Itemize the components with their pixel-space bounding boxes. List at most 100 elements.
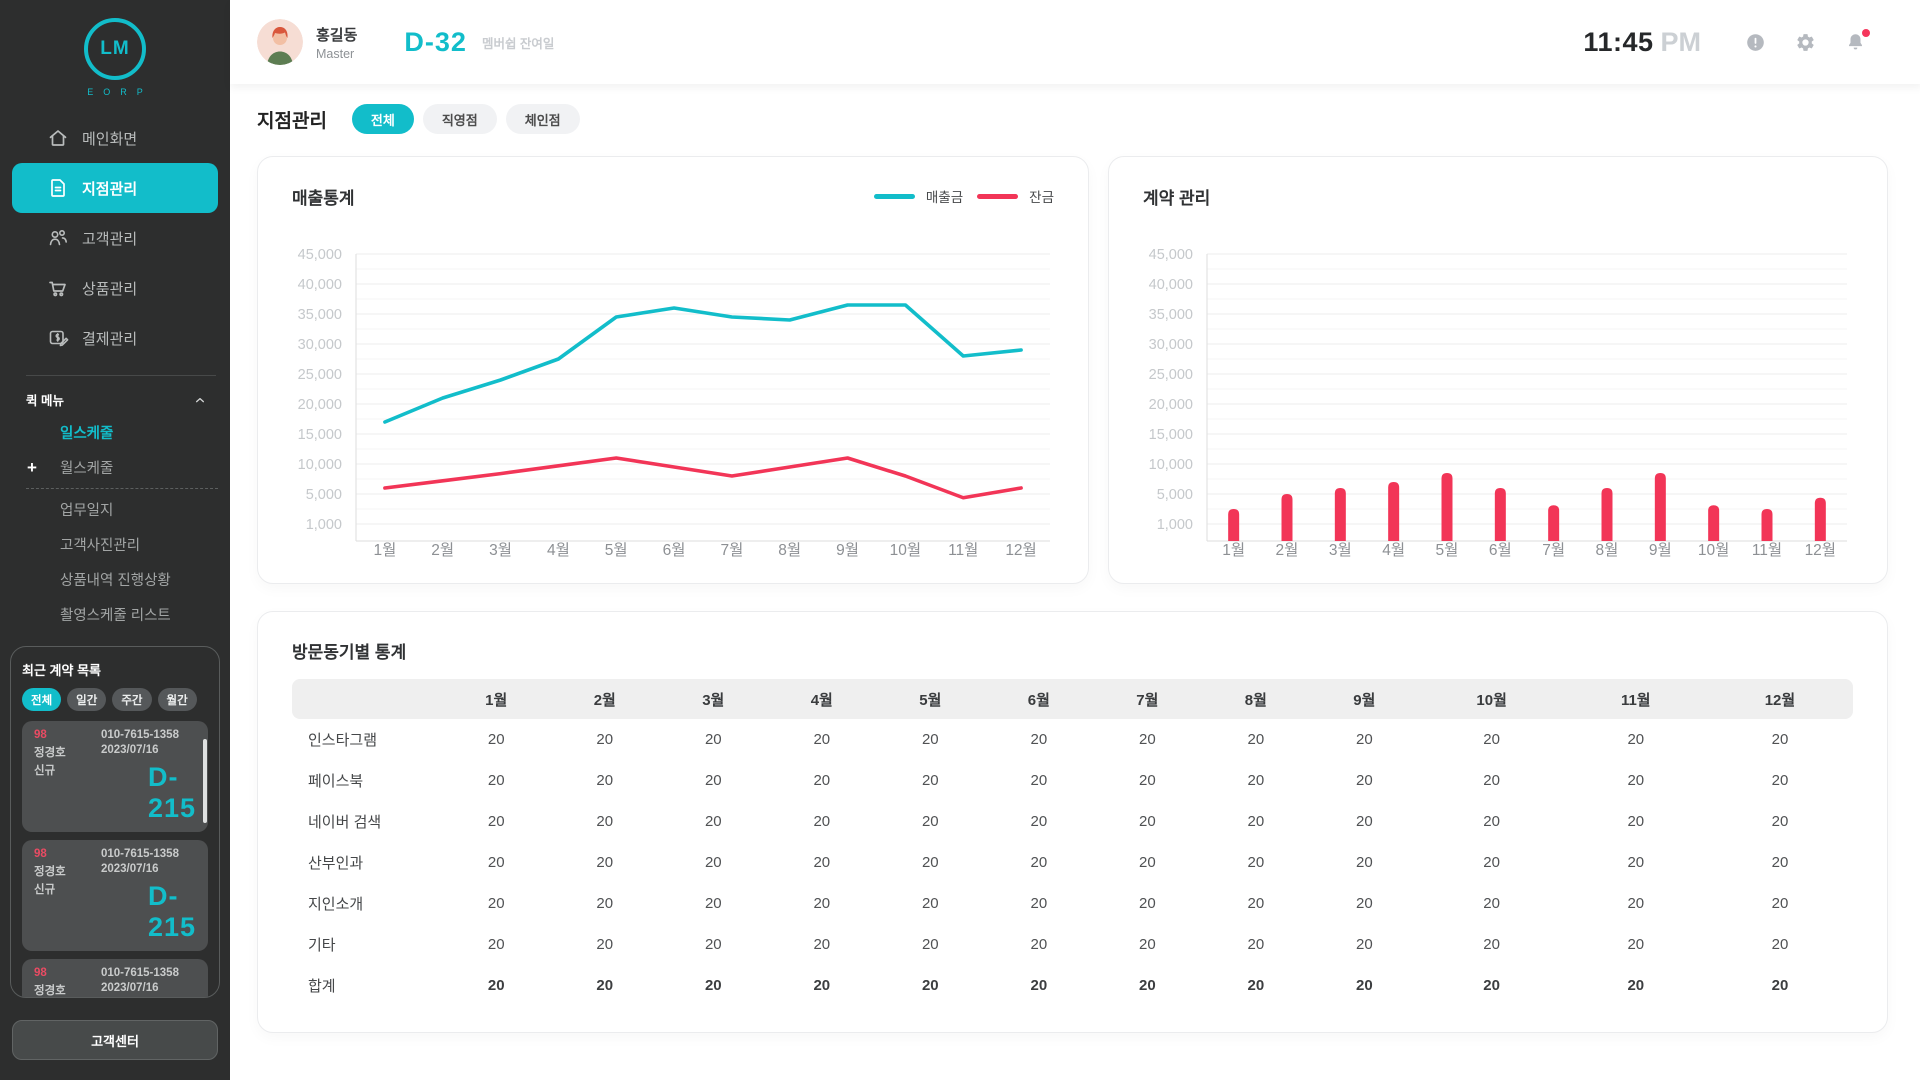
sidebar-item-home[interactable]: 메인화면 — [12, 113, 218, 163]
month-header: 10월 — [1419, 679, 1565, 719]
contracts-bar-chart: 45,00040,00035,00030,00025,00020,00015,0… — [1143, 211, 1853, 561]
svg-text:10,000: 10,000 — [1149, 457, 1193, 473]
table-row: 산부인과202020202020202020202020 — [292, 842, 1853, 883]
value-cell: 20 — [659, 842, 768, 883]
contract-phone: 010-7615-1358 — [101, 848, 196, 860]
sidebar-item-label: 고객관리 — [82, 228, 137, 249]
svg-text:5월: 5월 — [1436, 541, 1459, 559]
customer-center-button[interactable]: 고객센터 — [12, 1020, 218, 1060]
value-cell: 20 — [985, 965, 1094, 1006]
quick-menu-item[interactable]: 촬영스케줄 리스트 — [0, 597, 230, 632]
avatar[interactable] — [257, 19, 303, 65]
svg-text:5월: 5월 — [605, 541, 628, 559]
svg-text:7월: 7월 — [1542, 541, 1565, 559]
tab-직영점[interactable]: 직영점 — [423, 104, 497, 134]
svg-text:35,000: 35,000 — [1149, 307, 1193, 323]
svg-text:5,000: 5,000 — [306, 487, 342, 503]
value-cell: 20 — [1202, 760, 1311, 801]
quick-menu-item[interactable]: +월스케줄 — [0, 450, 230, 485]
branch-filter-tabs: 전체 직영점 체인점 — [352, 104, 580, 134]
svg-text:25,000: 25,000 — [1149, 367, 1193, 383]
svg-text:12월: 12월 — [1805, 541, 1837, 559]
value-cell: 20 — [1202, 883, 1311, 924]
legend-label: 매출금 — [926, 186, 963, 206]
main-area: 홍길동 Master D-32 멤버쉽 잔여일 11:45 PM 지점관리 전체… — [230, 0, 1920, 1080]
svg-text:4월: 4월 — [547, 541, 570, 559]
value-cell: 20 — [442, 965, 551, 1006]
contract-card[interactable]: 98010-7615-1358정경호2023/07/16신규D-215 — [22, 721, 208, 832]
legend-swatch — [874, 194, 915, 199]
scrollbar-thumb[interactable] — [203, 739, 207, 823]
sidebar-item-payment[interactable]: 결제관리 — [12, 313, 218, 363]
legend-item: 매출금 — [874, 186, 963, 206]
svg-text:6월: 6월 — [1489, 541, 1512, 559]
quick-menu-item-label: 상품내역 진행상황 — [60, 569, 171, 590]
table-row: 네이버 검색202020202020202020202020 — [292, 801, 1853, 842]
bar — [1442, 473, 1453, 541]
svg-text:15,000: 15,000 — [1149, 427, 1193, 443]
user-name: 홍길동 — [316, 24, 357, 45]
svg-text:4월: 4월 — [1382, 541, 1405, 559]
value-cell: 20 — [1093, 760, 1202, 801]
svg-text:40,000: 40,000 — [298, 277, 342, 293]
settings-icon[interactable] — [1795, 32, 1816, 53]
value-cell: 20 — [442, 760, 551, 801]
month-header: 3월 — [659, 679, 768, 719]
quick-menu-item[interactable]: 업무일지 — [0, 492, 230, 527]
value-cell: 20 — [1093, 719, 1202, 760]
value-cell: 20 — [1419, 965, 1565, 1006]
filter-chip[interactable]: 월간 — [158, 688, 197, 711]
bar — [1335, 488, 1346, 541]
table-row: 지인소개202020202020202020202020 — [292, 883, 1853, 924]
svg-text:20,000: 20,000 — [298, 397, 342, 413]
contract-status: 신규 — [34, 762, 101, 824]
value-cell: 20 — [768, 760, 877, 801]
quick-menu-header[interactable]: 퀵 메뉴 — [26, 390, 208, 409]
sales-line-chart: 45,00040,00035,00030,00025,00020,00015,0… — [292, 211, 1056, 561]
svg-text:6월: 6월 — [663, 541, 686, 559]
quick-menu-item[interactable]: 일스케줄 — [0, 415, 230, 450]
sidebar-item-document[interactable]: 지점관리 — [12, 163, 218, 213]
value-cell: 20 — [1707, 760, 1853, 801]
svg-text:15,000: 15,000 — [298, 427, 342, 443]
plus-icon[interactable]: + — [27, 458, 37, 478]
month-header: 12월 — [1707, 679, 1853, 719]
chevron-up-icon[interactable] — [192, 392, 208, 408]
svg-text:11월: 11월 — [948, 541, 978, 559]
quick-menu-item[interactable]: 고객사진관리 — [0, 527, 230, 562]
alert-icon[interactable] — [1745, 32, 1766, 53]
contract-badge: 98 — [34, 848, 101, 860]
tab-체인점[interactable]: 체인점 — [506, 104, 580, 134]
value-cell: 20 — [442, 842, 551, 883]
row-label: 페이스북 — [292, 760, 442, 801]
svg-text:1월: 1월 — [1222, 541, 1245, 559]
table-corner-header — [292, 679, 442, 719]
user-meta: 홍길동 Master — [316, 24, 357, 61]
contract-card[interactable]: 98010-7615-1358정경호2023/07/16신규D-215 — [22, 959, 208, 997]
recent-contracts-panel: 최근 계약 목록 전체일간주간월간 98010-7615-1358정경호2023… — [10, 646, 220, 998]
logo: LM EORP — [0, 18, 230, 97]
filter-chip[interactable]: 일간 — [67, 688, 106, 711]
row-label: 지인소개 — [292, 883, 442, 924]
notification-icon[interactable] — [1845, 32, 1866, 53]
svg-text:3월: 3월 — [1329, 541, 1352, 559]
sales-chart-card: 매출통계 매출금잔금 45,00040,00035,00030,00025,00… — [257, 156, 1089, 584]
notification-dot — [1862, 29, 1870, 37]
sidebar-item-cart[interactable]: 상품관리 — [12, 263, 218, 313]
value-cell: 20 — [985, 924, 1094, 965]
filter-chip[interactable]: 전체 — [22, 688, 61, 711]
sales-chart-title: 매출통계 — [292, 184, 355, 209]
tab-전체[interactable]: 전체 — [352, 104, 414, 134]
contract-card[interactable]: 98010-7615-1358정경호2023/07/16신규D-215 — [22, 840, 208, 951]
filter-chip[interactable]: 주간 — [112, 688, 151, 711]
value-cell: 20 — [659, 924, 768, 965]
value-cell: 20 — [876, 965, 985, 1006]
value-cell: 20 — [1565, 719, 1707, 760]
quick-menu-title: 퀵 메뉴 — [26, 390, 64, 409]
quick-menu-item[interactable]: 상품내역 진행상황 — [0, 562, 230, 597]
membership-dday-label: 멤버쉽 잔여일 — [482, 33, 554, 52]
svg-text:2월: 2월 — [1276, 541, 1299, 559]
svg-text:25,000: 25,000 — [298, 367, 342, 383]
gridlines: 45,00040,00035,00030,00025,00020,00015,0… — [298, 247, 1050, 533]
sidebar-item-people[interactable]: 고객관리 — [12, 213, 218, 263]
